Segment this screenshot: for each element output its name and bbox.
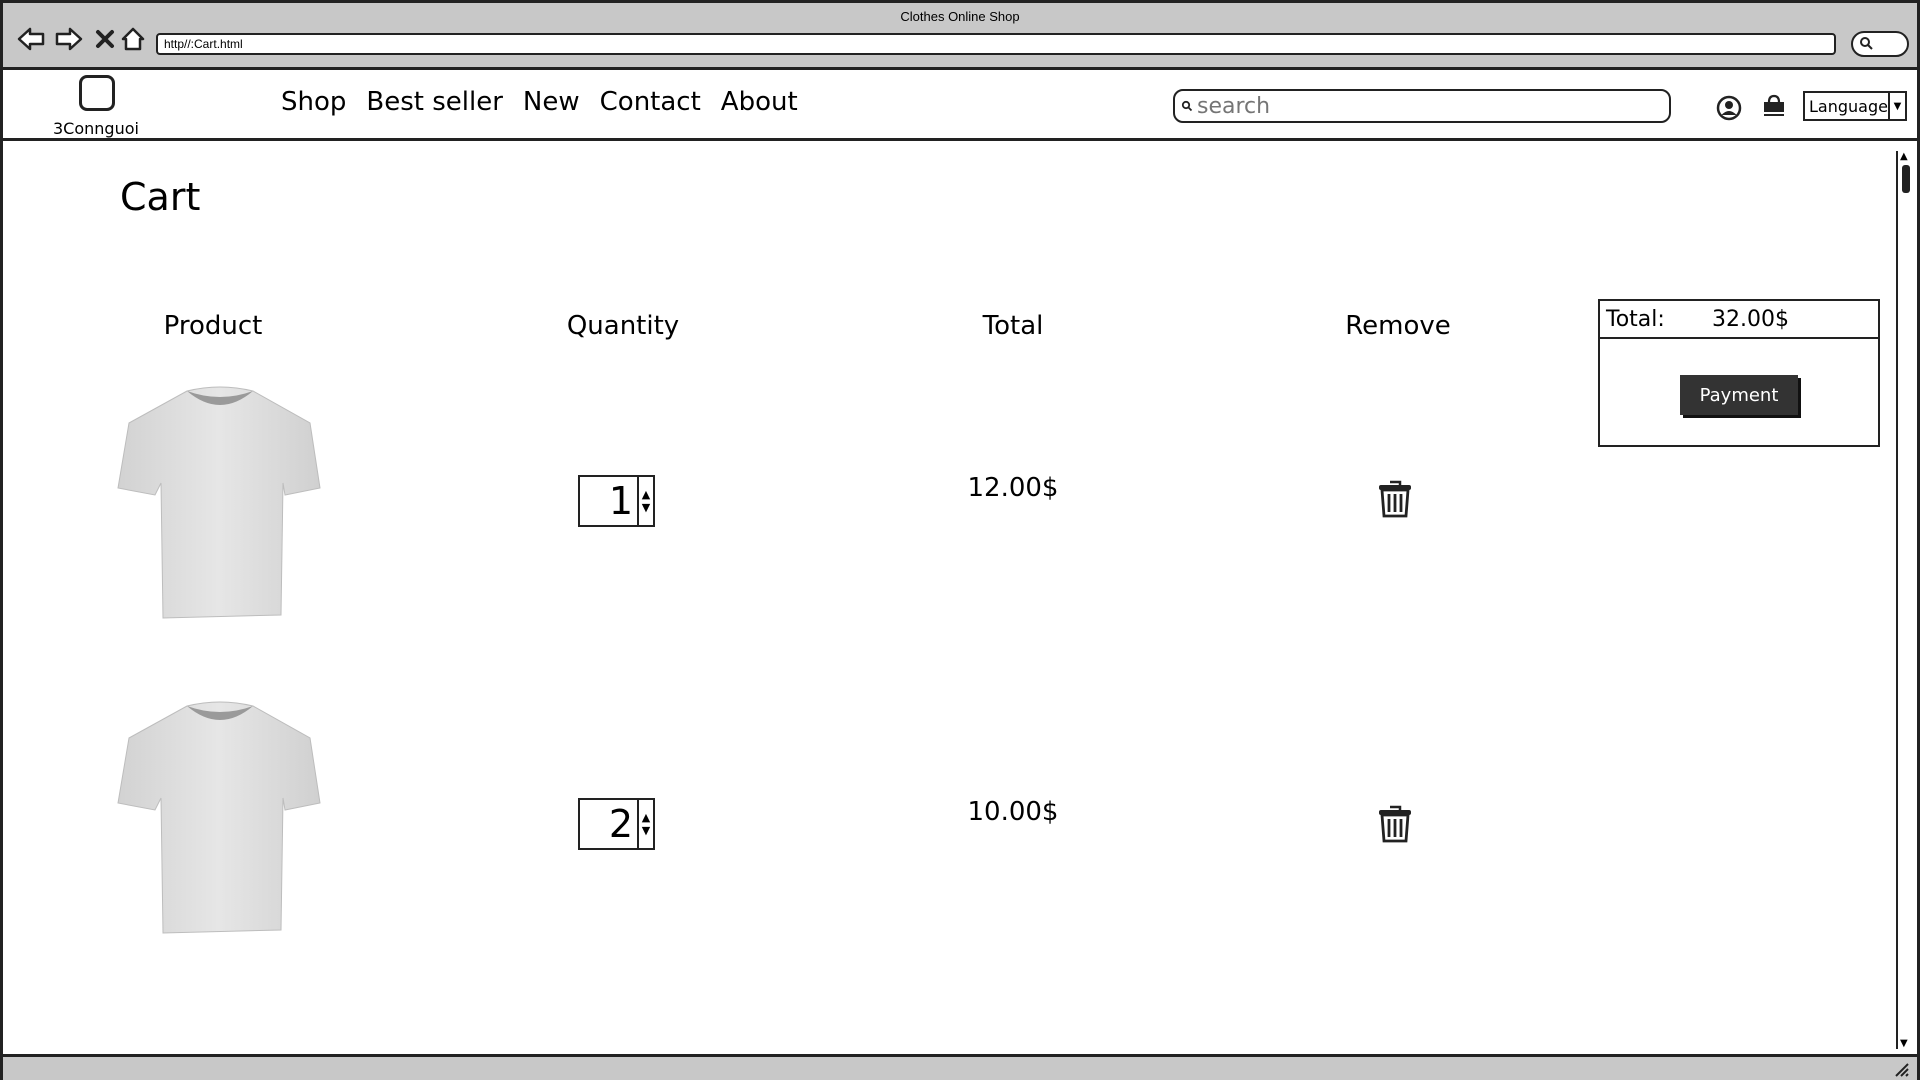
summary-total-value: 32.00$ bbox=[1712, 306, 1789, 332]
nav-item-contact[interactable]: Contact bbox=[600, 87, 701, 117]
browser-search-field[interactable] bbox=[1851, 31, 1909, 57]
user-account-icon[interactable] bbox=[1716, 95, 1742, 121]
decrement-icon[interactable]: ▼ bbox=[642, 501, 650, 514]
quantity-value[interactable]: 1 bbox=[580, 477, 637, 525]
nav-item-shop[interactable]: Shop bbox=[281, 87, 346, 117]
search-input[interactable] bbox=[1197, 93, 1657, 119]
language-label: Language bbox=[1809, 96, 1888, 116]
scroll-thumb[interactable] bbox=[1902, 165, 1910, 193]
forward-icon[interactable] bbox=[55, 25, 83, 53]
chevron-down-icon[interactable]: ▼ bbox=[1887, 93, 1905, 119]
back-icon[interactable] bbox=[17, 25, 45, 53]
increment-icon[interactable]: ▲ bbox=[642, 488, 650, 501]
search-icon bbox=[1181, 100, 1193, 112]
item-total: 12.00$ bbox=[967, 473, 1059, 503]
language-select[interactable]: Language ▼ bbox=[1803, 91, 1907, 121]
site-search[interactable] bbox=[1173, 89, 1671, 123]
search-icon bbox=[1860, 37, 1873, 50]
trash-icon[interactable] bbox=[1377, 803, 1413, 843]
page-title: Cart bbox=[120, 175, 201, 219]
logo-text[interactable]: 3Connguoi bbox=[53, 119, 139, 138]
vertical-scrollbar[interactable]: ▲ ▼ bbox=[1896, 151, 1914, 1049]
trash-icon[interactable] bbox=[1377, 478, 1413, 518]
summary-header: Total: 32.00$ bbox=[1600, 301, 1878, 339]
increment-icon[interactable]: ▲ bbox=[642, 811, 650, 824]
browser-window: Clothes Online Shop http//:Cart.html 3Co… bbox=[0, 0, 1920, 1080]
nav-item-about[interactable]: About bbox=[721, 87, 798, 117]
nav-item-new[interactable]: New bbox=[523, 87, 580, 117]
stepper-arrows[interactable]: ▲ ▼ bbox=[637, 477, 653, 525]
main-nav: Shop Best seller New Contact About bbox=[281, 87, 798, 117]
decrement-icon[interactable]: ▼ bbox=[642, 824, 650, 837]
browser-titlebar: Clothes Online Shop http//:Cart.html bbox=[3, 3, 1917, 70]
column-header-product: Product bbox=[163, 311, 263, 341]
site-header: 3Connguoi Shop Best seller New Contact A… bbox=[3, 73, 1917, 141]
home-icon[interactable] bbox=[119, 25, 147, 53]
tshirt-image bbox=[117, 701, 321, 934]
payment-button[interactable]: Payment bbox=[1680, 375, 1798, 415]
column-header-remove: Remove bbox=[1345, 311, 1451, 341]
stepper-arrows[interactable]: ▲ ▼ bbox=[637, 800, 653, 848]
column-header-total: Total bbox=[982, 311, 1044, 341]
item-total: 10.00$ bbox=[967, 797, 1059, 827]
shopping-bag-icon[interactable] bbox=[1761, 93, 1787, 119]
resize-grip-icon[interactable] bbox=[1893, 1061, 1909, 1077]
summary-total-label: Total: bbox=[1606, 306, 1665, 332]
quantity-stepper[interactable]: 2 ▲ ▼ bbox=[578, 798, 655, 850]
quantity-value[interactable]: 2 bbox=[580, 800, 637, 848]
stop-icon[interactable] bbox=[91, 25, 119, 53]
browser-statusbar bbox=[3, 1054, 1917, 1080]
tshirt-image bbox=[117, 386, 321, 619]
cart-summary: Total: 32.00$ Payment bbox=[1598, 299, 1880, 447]
window-title: Clothes Online Shop bbox=[900, 9, 1020, 24]
quantity-stepper[interactable]: 1 ▲ ▼ bbox=[578, 475, 655, 527]
nav-item-best-seller[interactable]: Best seller bbox=[366, 87, 503, 117]
scroll-up-icon[interactable]: ▲ bbox=[1900, 151, 1908, 162]
column-header-quantity: Quantity bbox=[566, 311, 680, 341]
logo-icon[interactable] bbox=[79, 75, 115, 111]
url-bar[interactable]: http//:Cart.html bbox=[156, 33, 1836, 55]
scroll-down-icon[interactable]: ▼ bbox=[1900, 1038, 1908, 1049]
